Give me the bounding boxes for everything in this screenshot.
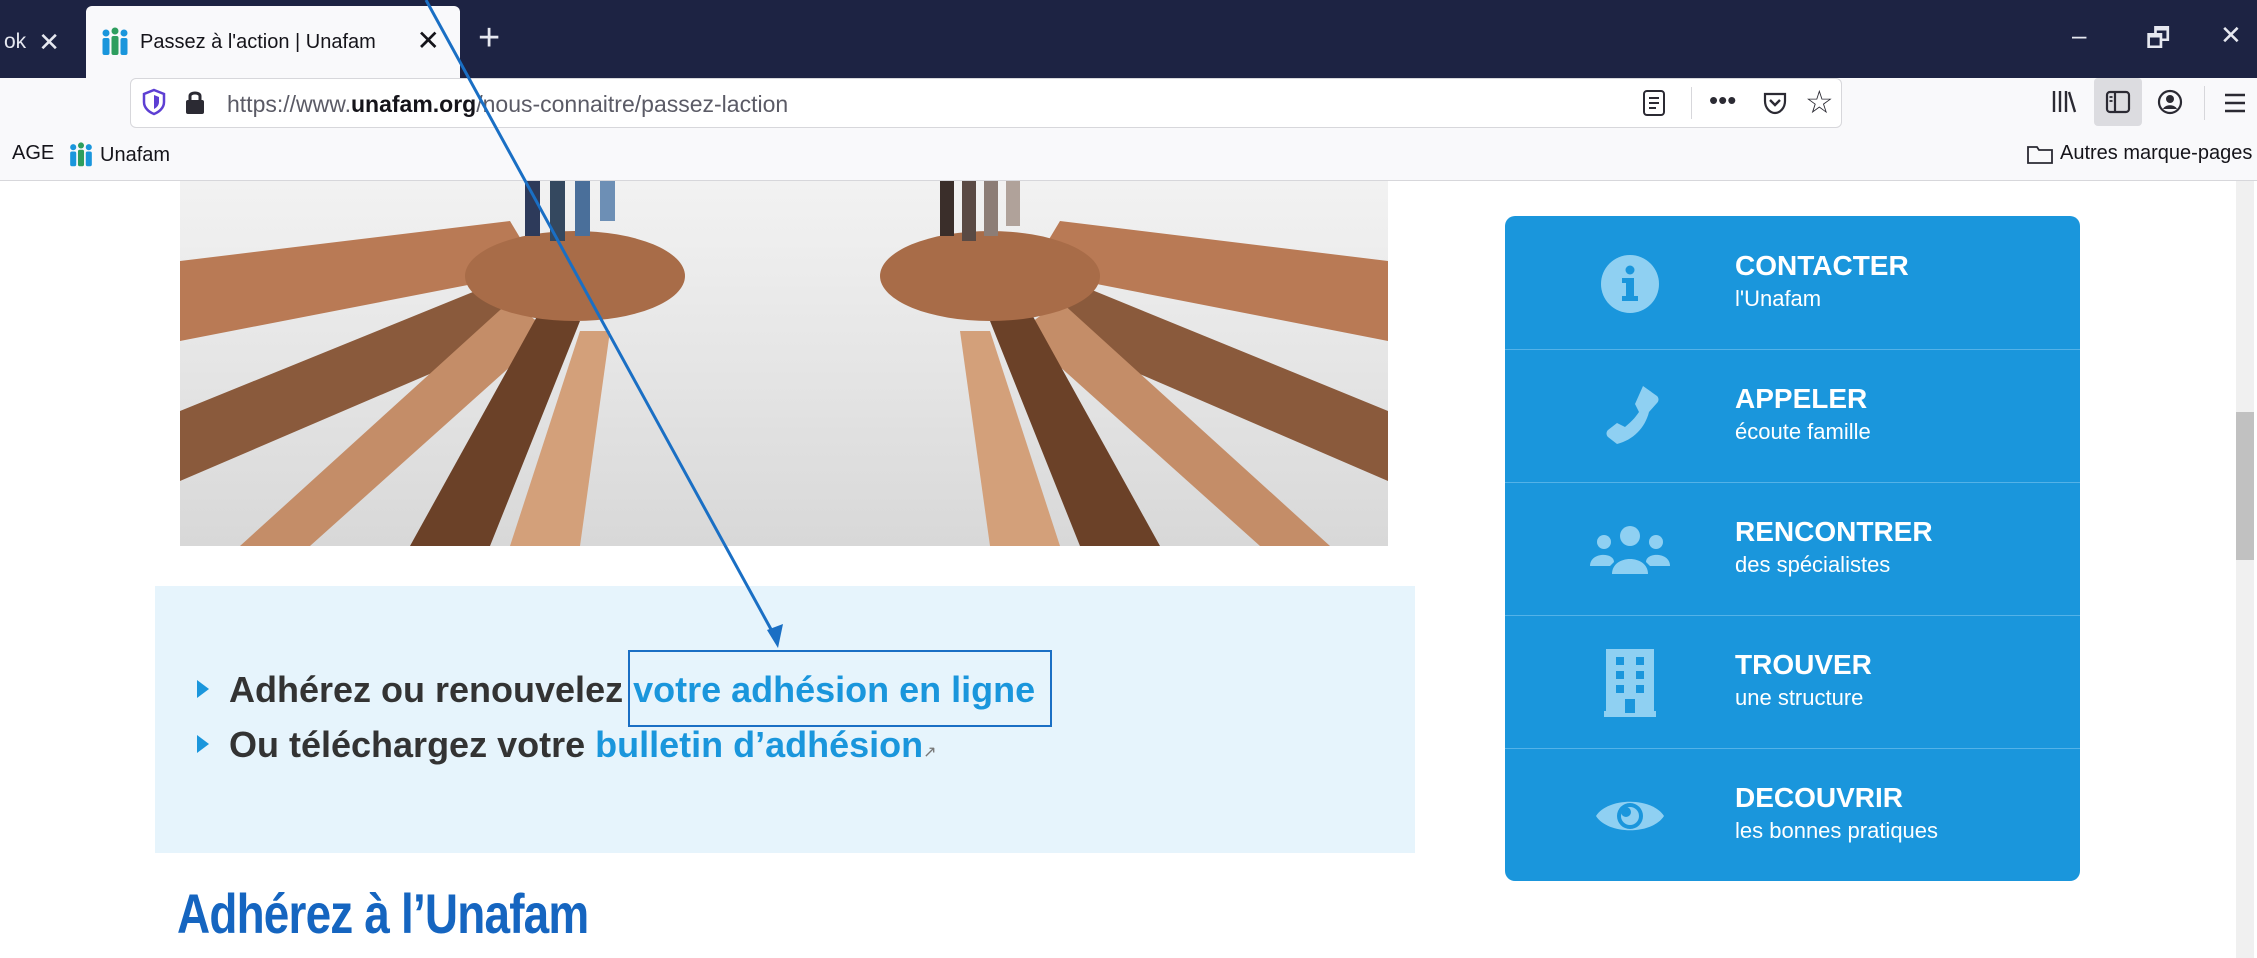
- eye-icon: [1596, 801, 1664, 831]
- page-content: Adhérez ou renouvelez votre adhésion en …: [0, 181, 2257, 958]
- panel-item-decouvrir[interactable]: DECOUVRIR les bonnes pratiques: [1505, 748, 2080, 881]
- url-bar[interactable]: https://www.unafam.org/nous-connaitre/pa…: [130, 78, 1842, 128]
- tab-bar: ok ✕ Passez à l'action | Unafam ✕ + – 🗗 …: [0, 0, 2257, 78]
- panel-item-subtitle: l'Unafam: [1735, 286, 1822, 311]
- panel-item-trouver[interactable]: TROUVER une structure: [1505, 615, 2080, 749]
- pocket-icon[interactable]: [1761, 89, 1789, 117]
- annotation-highlight-box: [628, 650, 1052, 727]
- panel-item-title: RENCONTRER: [1735, 516, 1933, 547]
- panel-item-contacter[interactable]: CONTACTER l'Unafam: [1505, 216, 2080, 350]
- menu-icon[interactable]: [2222, 90, 2248, 116]
- url-prefix: https://www.: [227, 91, 351, 117]
- page-scrollbar-track[interactable]: [2236, 181, 2254, 958]
- phone-icon: [1606, 386, 1659, 444]
- folder-icon: [2027, 145, 2053, 164]
- hands-holding-houses-illustration: [180, 181, 1388, 546]
- url-domain: unafam.org: [350, 91, 477, 117]
- panel-item-subtitle: les bonnes pratiques: [1735, 818, 1939, 843]
- tab-previous[interactable]: ok ✕: [0, 18, 60, 66]
- navigation-toolbar: https://www.unafam.org/nous-connaitre/pa…: [0, 78, 2257, 128]
- bookmark-unafam[interactable]: Unafam: [68, 142, 170, 168]
- bookmarks-toolbar: AGE Unafam Autres marque-pages: [0, 128, 2257, 181]
- url-path: /nous-connaitre/passez-laction: [476, 91, 789, 117]
- bullet-arrow-icon: [197, 680, 209, 699]
- url-divider: [1691, 87, 1692, 119]
- unafam-bookmark-icon: [70, 142, 92, 167]
- quick-actions-panel: CONTACTER l'Unafam APPELER écoute famill…: [1505, 216, 2080, 881]
- lock-icon[interactable]: [181, 87, 209, 117]
- panel-item-title: TROUVER: [1735, 649, 1872, 680]
- hero-image: [180, 181, 1388, 546]
- panel-item-subtitle: des spécialistes: [1735, 552, 1891, 577]
- page-scrollbar-thumb[interactable]: [2236, 412, 2254, 560]
- tab-previous-title: ok: [4, 30, 27, 53]
- sidebar-toggle-button[interactable]: [2094, 78, 2142, 126]
- other-bookmarks[interactable]: Autres marque-pages: [2026, 142, 2252, 165]
- panel-item-title: CONTACTER: [1735, 250, 1909, 281]
- minimize-button[interactable]: –: [2072, 20, 2086, 51]
- bookmark-unafam-label: Unafam: [100, 143, 171, 166]
- membership-download-line: Ou téléchargez votre bulletin d’adhésion…: [197, 724, 937, 766]
- tab-active[interactable]: Passez à l'action | Unafam ✕: [86, 6, 460, 78]
- restore-button[interactable]: 🗗: [2146, 20, 2170, 64]
- bullet-arrow-icon: [197, 735, 209, 754]
- url-text[interactable]: https://www.unafam.org/nous-connaitre/pa…: [227, 91, 788, 118]
- reader-view-icon[interactable]: [1641, 89, 1667, 117]
- toolbar-divider: [2204, 86, 2205, 120]
- membership-download-text: Ou téléchargez votre: [229, 724, 596, 765]
- panel-item-subtitle: une structure: [1735, 685, 1864, 710]
- panel-item-subtitle: écoute famille: [1735, 419, 1871, 444]
- close-window-button[interactable]: ✕: [2220, 20, 2242, 51]
- info-icon: [1601, 255, 1659, 313]
- tab-previous-close-icon[interactable]: ✕: [38, 27, 60, 58]
- page-heading: Adhérez à l’Unafam: [177, 882, 589, 945]
- panel-item-title: APPELER: [1735, 383, 1868, 414]
- external-link-icon: ↗: [923, 744, 937, 761]
- tracking-protection-shield-icon[interactable]: [139, 87, 169, 117]
- panel-item-title: DECOUVRIR: [1735, 782, 1904, 813]
- panel-item-rencontrer[interactable]: RENCONTRER des spécialistes: [1505, 482, 2080, 616]
- bookmark-star-icon[interactable]: ☆: [1805, 83, 1834, 121]
- account-icon[interactable]: [2156, 88, 2184, 116]
- bookmark-age[interactable]: AGE: [12, 142, 54, 165]
- other-bookmarks-label: Autres marque-pages: [2060, 142, 2253, 164]
- panel-item-appeler[interactable]: APPELER écoute famille: [1505, 349, 2080, 483]
- people-icon: [1590, 526, 1670, 574]
- unafam-favicon-icon: [102, 27, 128, 55]
- building-icon: [1604, 649, 1656, 717]
- sidebar-icon: [2105, 90, 2131, 114]
- tab-active-title: Passez à l'action | Unafam: [140, 30, 376, 53]
- tab-active-close-icon[interactable]: ✕: [417, 24, 440, 57]
- library-icon[interactable]: [2050, 86, 2078, 116]
- membership-form-link[interactable]: bulletin d’adhésion: [595, 724, 923, 765]
- new-tab-button[interactable]: +: [478, 18, 500, 58]
- page-actions-more-icon[interactable]: •••: [1709, 85, 1736, 116]
- membership-online-text: Adhérez ou renouvelez: [229, 669, 634, 710]
